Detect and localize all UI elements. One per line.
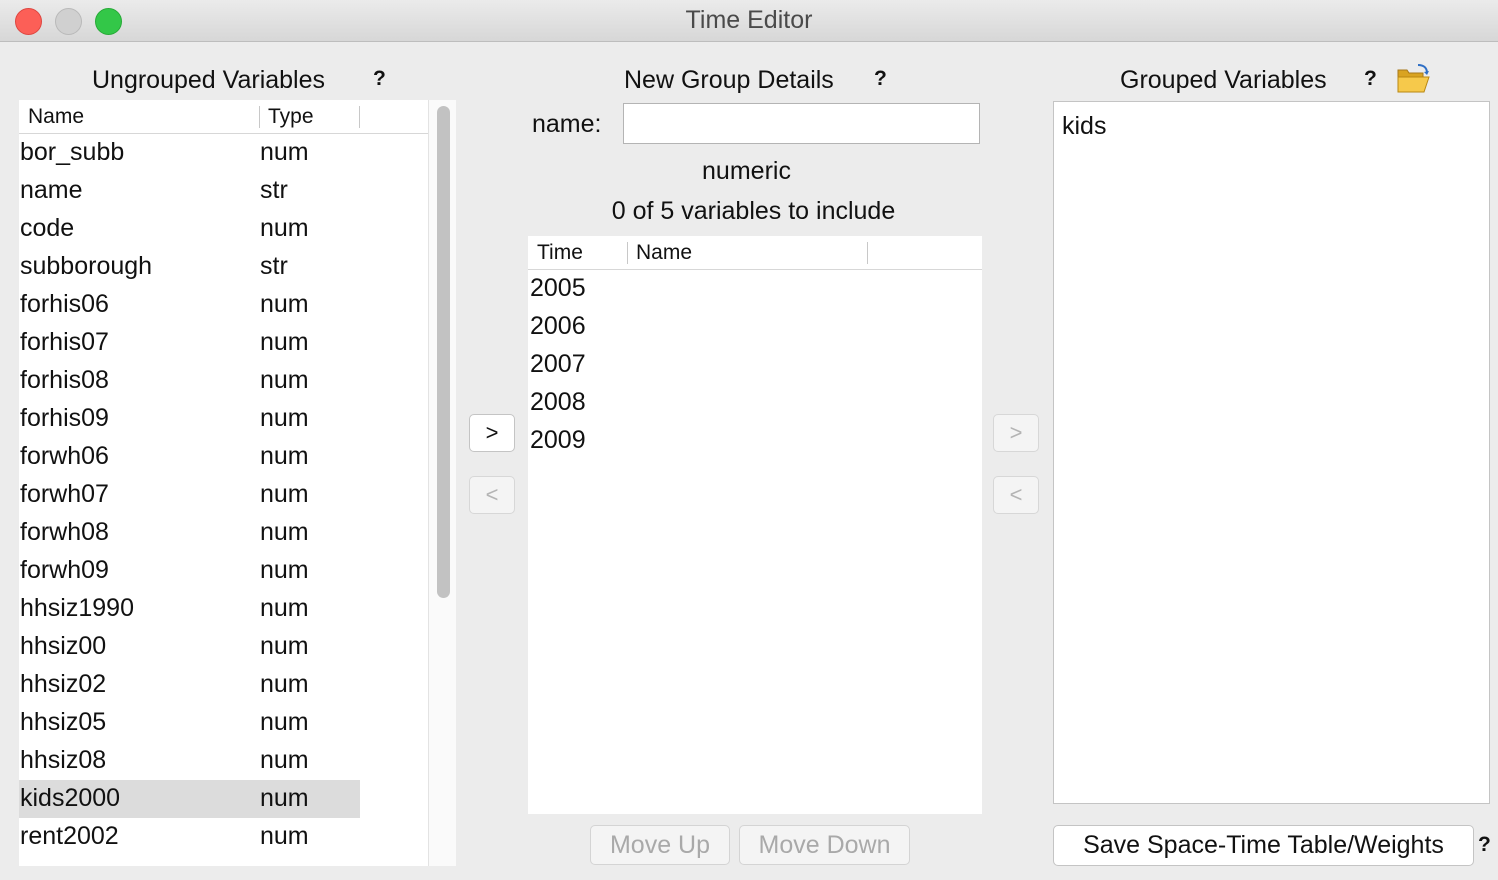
time-row[interactable]: 2009 xyxy=(530,426,586,455)
variable-type: num xyxy=(260,822,309,850)
column-divider[interactable] xyxy=(627,242,628,264)
ungrouped-variables-list[interactable]: Name Type bor_subb num name str code num subbo… xyxy=(19,100,456,866)
variable-type: num xyxy=(260,708,309,736)
variable-name: hhsiz1990 xyxy=(20,594,134,622)
variable-name: hhsiz05 xyxy=(20,708,107,736)
ungrouped-variables-title: Ungrouped Variables xyxy=(92,66,326,94)
scrollbar-thumb[interactable] xyxy=(437,106,450,598)
grouped-variable-item[interactable]: kids xyxy=(1062,112,1106,141)
save-space-time-button[interactable]: Save Space-Time Table/Weights xyxy=(1053,825,1474,866)
column-header-type[interactable]: Type xyxy=(268,105,314,129)
group-name-label: name: xyxy=(532,110,602,138)
title-bar: Time Editor xyxy=(0,0,1498,42)
table-row[interactable]: forhis08 num xyxy=(19,362,360,400)
time-row[interactable]: 2006 xyxy=(530,312,586,341)
column-header-group-name[interactable]: Name xyxy=(636,241,692,265)
variable-name: rent2002 xyxy=(20,822,119,850)
table-row[interactable]: hhsiz08 num xyxy=(19,742,360,780)
variable-type: num xyxy=(260,138,309,166)
variable-type: num xyxy=(260,594,309,622)
table-row[interactable]: forwh06 num xyxy=(19,438,360,476)
add-to-group-button[interactable]: > xyxy=(469,414,515,452)
time-row[interactable]: 2007 xyxy=(530,350,586,379)
table-row[interactable]: hhsiz02 num xyxy=(19,666,360,704)
window-title: Time Editor xyxy=(685,6,813,34)
column-header-time[interactable]: Time xyxy=(537,241,583,265)
variable-name: name xyxy=(20,176,83,204)
variable-type: num xyxy=(260,784,309,812)
variable-type: num xyxy=(260,328,309,356)
table-row[interactable]: hhsiz05 num xyxy=(19,704,360,742)
variable-type: num xyxy=(260,632,309,660)
grouped-variables-title: Grouped Variables xyxy=(1120,66,1327,94)
variable-type: str xyxy=(260,252,288,280)
open-folder-icon[interactable] xyxy=(1396,64,1430,94)
variable-name: forhis08 xyxy=(20,366,109,394)
table-row[interactable]: code num xyxy=(19,210,360,248)
variables-count-text: 0 of 5 variables to include xyxy=(611,197,896,225)
variable-name: forwh06 xyxy=(20,442,109,470)
variable-name: forhis07 xyxy=(20,328,109,356)
time-row[interactable]: 2008 xyxy=(530,388,586,417)
column-divider[interactable] xyxy=(259,106,260,128)
variable-type: num xyxy=(260,480,309,508)
column-divider[interactable] xyxy=(867,242,868,264)
time-row[interactable]: 2005 xyxy=(530,274,586,303)
variable-type: num xyxy=(260,670,309,698)
column-divider[interactable] xyxy=(359,106,360,128)
time-list-header: Time Name xyxy=(528,236,982,270)
move-up-button[interactable]: Move Up xyxy=(590,825,730,865)
variable-name: forwh08 xyxy=(20,518,109,546)
variable-name: hhsiz00 xyxy=(20,632,107,660)
variable-type: num xyxy=(260,518,309,546)
group-name-input[interactable] xyxy=(623,103,980,144)
list-header: Name Type xyxy=(19,100,428,134)
table-row[interactable]: kids2000 num xyxy=(19,780,360,818)
new-group-details-title: New Group Details xyxy=(624,66,834,94)
vertical-scrollbar[interactable] xyxy=(428,100,456,866)
variable-type: str xyxy=(260,176,288,204)
table-row[interactable]: forwh09 num xyxy=(19,552,360,590)
remove-from-group-button[interactable]: < xyxy=(469,476,515,514)
grouped-variables-list[interactable]: kids xyxy=(1053,101,1490,804)
variable-type: num xyxy=(260,404,309,432)
variable-name: subborough xyxy=(20,252,153,280)
variable-name: bor_subb xyxy=(20,138,125,166)
variable-name: kids2000 xyxy=(20,784,121,812)
table-row[interactable]: forwh07 num xyxy=(19,476,360,514)
new-group-help-icon[interactable]: ? xyxy=(874,67,887,91)
variable-name: code xyxy=(20,214,75,242)
ungroup-button[interactable]: < xyxy=(993,476,1039,514)
column-header-name[interactable]: Name xyxy=(28,105,84,129)
variable-type: num xyxy=(260,214,309,242)
table-row[interactable]: forwh08 num xyxy=(19,514,360,552)
time-list[interactable]: Time Name 2005 2006 2007 2008 2009 xyxy=(528,236,982,814)
table-row[interactable]: hhsiz00 num xyxy=(19,628,360,666)
variable-type: num xyxy=(260,366,309,394)
table-row[interactable]: rent2002 num xyxy=(19,818,360,856)
table-row[interactable]: bor_subb num xyxy=(19,134,360,172)
variable-type: num xyxy=(260,442,309,470)
variable-name: forhis06 xyxy=(20,290,109,318)
variable-type: num xyxy=(260,290,309,318)
table-row[interactable]: forhis09 num xyxy=(19,400,360,438)
save-help-icon[interactable]: ? xyxy=(1478,833,1491,857)
variable-name: forwh07 xyxy=(20,480,109,508)
table-row[interactable]: forhis07 num xyxy=(19,324,360,362)
ungrouped-help-icon[interactable]: ? xyxy=(373,67,386,91)
table-row[interactable]: name str xyxy=(19,172,360,210)
variable-type: num xyxy=(260,556,309,584)
variable-name: hhsiz08 xyxy=(20,746,107,774)
add-group-button[interactable]: > xyxy=(993,414,1039,452)
grouped-help-icon[interactable]: ? xyxy=(1364,67,1377,91)
variable-type: num xyxy=(260,746,309,774)
table-row[interactable]: forhis06 num xyxy=(19,286,360,324)
variable-name: forwh09 xyxy=(20,556,109,584)
table-row[interactable]: subborough str xyxy=(19,248,360,286)
variable-name: forhis09 xyxy=(20,404,109,432)
table-row[interactable]: hhsiz1990 num xyxy=(19,590,360,628)
move-down-button[interactable]: Move Down xyxy=(739,825,910,865)
variable-name: hhsiz02 xyxy=(20,670,107,698)
group-type-text: numeric xyxy=(702,157,791,185)
